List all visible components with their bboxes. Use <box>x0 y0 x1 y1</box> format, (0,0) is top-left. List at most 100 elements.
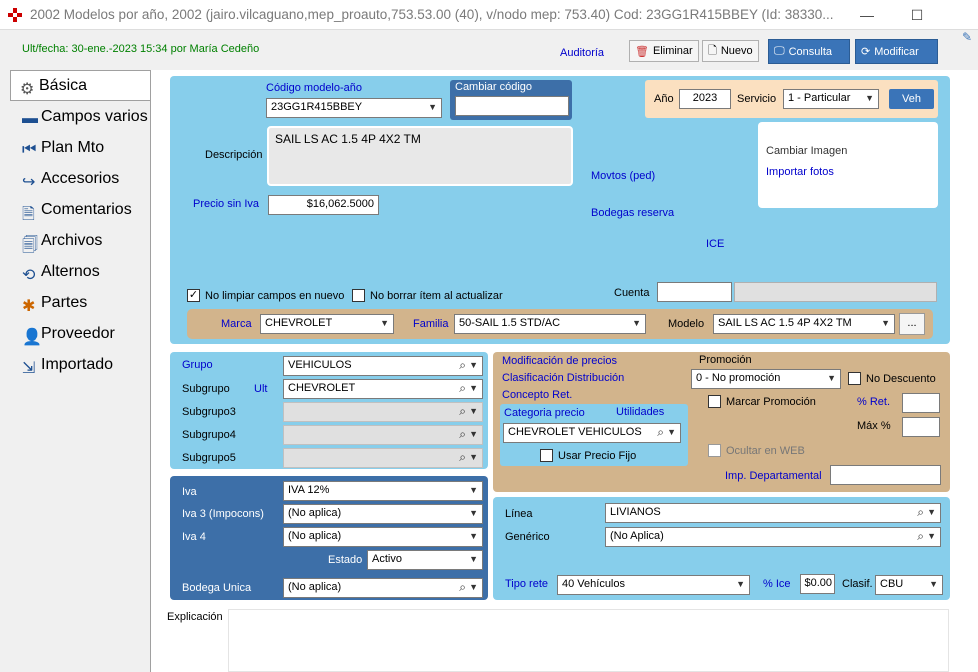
ocultar-web-checkbox[interactable]: Ocultar en WEB <box>708 444 805 457</box>
cuenta-input[interactable] <box>657 282 732 302</box>
imp-departamental-input[interactable] <box>830 465 941 485</box>
grupo-select[interactable]: VEHICULOS ⌕ ▼ <box>283 356 483 376</box>
modelo-select[interactable]: SAIL LS AC 1.5 4P 4X2 TM ▼ <box>713 314 895 334</box>
utilidades-link[interactable]: Utilidades <box>616 406 664 418</box>
ano-input[interactable]: 2023 <box>679 89 731 109</box>
bodegas-reserva-link[interactable]: Bodegas reserva <box>591 207 674 219</box>
cuenta-description <box>734 282 937 302</box>
bodega-unica-label: Bodega Unica <box>182 582 252 594</box>
chevron-down-icon: ▼ <box>469 429 478 439</box>
explicacion-textarea[interactable] <box>228 609 949 672</box>
linea-panel: Línea LIVIANOS ⌕ ▼ Genérico (No Aplica) ⌕ ▼ … <box>493 497 950 600</box>
tipo-rete-select[interactable]: 40 Vehículos ▼ <box>557 575 750 595</box>
eliminar-button[interactable]: 🗑 Eliminar <box>629 40 699 62</box>
marca-familia-modelo-bar: Marca CHEVROLET ▼ Familia 50-SAIL 1.5 STD… <box>187 309 933 339</box>
iva3-select[interactable]: (No aplica) ▼ <box>283 504 483 524</box>
search-icon: ⌕ <box>459 450 466 464</box>
modificar-button[interactable]: ⟳ Modificar <box>855 39 938 64</box>
delete-icon: 🗑 <box>635 45 649 58</box>
iva4-select[interactable]: (No aplica) ▼ <box>283 527 483 547</box>
sidebar-item-archivos[interactable]: 🗐 Archivos <box>22 232 102 254</box>
sidebar-item-partes[interactable]: ✱ Partes <box>22 294 87 315</box>
bodega-unica-select[interactable]: (No aplica) ⌕ ▼ <box>283 578 483 598</box>
marcar-promocion-checkbox[interactable]: Marcar Promoción <box>708 395 816 408</box>
marca-select[interactable]: CHEVROLET ▼ <box>260 314 394 334</box>
subgrupo5-select[interactable]: ⌕ ▼ <box>283 448 483 468</box>
auditoria-link[interactable]: Auditoría <box>560 47 604 59</box>
imp-departamental-link[interactable]: Imp. Departamental <box>725 470 822 482</box>
no-limpiar-checkbox[interactable]: ✓ No limpiar campos en nuevo <box>187 289 344 302</box>
categoria-box: Categoria precio Utilidades CHEVROLET VE… <box>500 404 688 466</box>
clasif-select[interactable]: CBU ▼ <box>875 575 943 595</box>
ult-link[interactable]: Ult <box>254 383 267 395</box>
window-title: 2002 Modelos por año, 2002 (jairo.vilcag… <box>30 7 834 22</box>
skip-back-icon: ⏮ <box>22 141 37 158</box>
clasif-label: Clasif. <box>842 578 873 590</box>
search-icon: ⌕ <box>657 425 664 439</box>
sidebar-item-comentarios[interactable]: 🗎 Comentarios <box>22 201 132 223</box>
modelo-label: Modelo <box>668 318 705 330</box>
search-icon: ⌕ <box>459 404 466 418</box>
linea-select[interactable]: LIVIANOS ⌕ ▼ <box>605 503 941 523</box>
max-pct-input[interactable] <box>902 417 940 437</box>
modificacion-precios-link[interactable]: Modificación de precios <box>502 355 617 367</box>
estado-select[interactable]: Activo ▼ <box>367 550 483 570</box>
subgrupo-select[interactable]: CHEVROLET ⌕ ▼ <box>283 379 483 399</box>
cambiar-imagen-link[interactable]: Cambiar Imagen <box>766 145 847 157</box>
chevron-down-icon: ▼ <box>380 318 389 328</box>
subgrupo3-select[interactable]: ⌕ ▼ <box>283 402 483 422</box>
cambiar-codigo-box: Cambiar código <box>450 80 572 120</box>
veh-button[interactable]: Veh <box>889 89 934 109</box>
categoria-select[interactable]: CHEVROLET VEHICULOS ⌕ ▼ <box>503 423 681 443</box>
modelo-more-button[interactable]: ... <box>899 313 925 335</box>
chevron-down-icon: ▼ <box>469 383 478 393</box>
precio-label: Precio sin Iva <box>193 198 260 210</box>
nuevo-button[interactable]: 🗋 Nuevo <box>702 40 759 62</box>
sidebar-item-accesorios[interactable]: ↪ Accesorios <box>22 170 119 191</box>
sidebar-item-campos-varios[interactable]: ▬ Campos varios <box>22 108 148 127</box>
pct-ice-input[interactable]: $0.00 <box>800 574 835 594</box>
files-icon: 🗐 <box>22 237 38 254</box>
iva-select[interactable]: IVA 12% ▼ <box>283 481 483 501</box>
ice-link[interactable]: ICE <box>706 238 724 250</box>
importar-fotos-link[interactable]: Importar fotos <box>766 166 834 178</box>
chevron-down-icon: ▼ <box>667 427 676 437</box>
cycle-icon: ⟲ <box>22 267 36 284</box>
iva-label: Iva <box>182 486 197 498</box>
ano-servicio-box: Año 2023 Servicio 1 - Particular ▼ Veh <box>645 80 938 118</box>
sidebar-item-proveedor[interactable]: 👤 Proveedor <box>22 325 115 346</box>
promocion-select[interactable]: 0 - No promoción ▼ <box>691 369 841 389</box>
minimize-button[interactable]: — <box>852 4 882 26</box>
consulta-button[interactable]: 🖵 Consulta <box>768 39 850 64</box>
usar-precio-fijo-checkbox[interactable]: Usar Precio Fijo <box>540 449 636 462</box>
chevron-down-icon: ▼ <box>881 318 890 328</box>
no-borrar-checkbox[interactable]: No borrar ítem al actualizar <box>352 289 503 302</box>
concepto-ret-link[interactable]: Concepto Ret. <box>502 389 572 401</box>
generico-select[interactable]: (No Aplica) ⌕ ▼ <box>605 527 941 547</box>
image-box: Cambiar Imagen Importar fotos <box>758 122 938 208</box>
servicio-select[interactable]: 1 - Particular ▼ <box>783 89 879 109</box>
no-descuento-checkbox[interactable]: No Descuento <box>848 372 936 385</box>
import-icon: ⇲ <box>22 360 36 377</box>
clasificacion-distribucion-link[interactable]: Clasificación Distribución <box>502 372 624 384</box>
precio-input[interactable]: $16,062.5000 <box>268 195 379 215</box>
title-bar: 2002 Modelos por año, 2002 (jairo.vilcag… <box>0 0 978 44</box>
sidebar-item-basica[interactable]: ⚙ Básica <box>20 77 87 98</box>
subgrupo4-select[interactable]: ⌕ ▼ <box>283 425 483 445</box>
ano-label: Año <box>654 93 674 105</box>
linea-label: Línea <box>505 508 533 520</box>
pct-ret-link[interactable]: % Ret. <box>857 396 890 408</box>
maximize-button[interactable]: ☐ <box>902 4 932 26</box>
familia-select[interactable]: 50-SAIL 1.5 STD/AC ▼ <box>454 314 646 334</box>
codigo-select[interactable]: 23GG1R415BBEY ▼ <box>266 98 442 118</box>
chevron-down-icon: ▼ <box>469 452 478 462</box>
pct-ret-input[interactable] <box>902 393 940 413</box>
descripcion-textarea[interactable]: SAIL LS AC 1.5 4P 4X2 TM <box>267 126 573 186</box>
sidebar-item-alternos[interactable]: ⟲ Alternos <box>22 263 100 284</box>
cambiar-codigo-input[interactable] <box>455 96 569 116</box>
servicio-label: Servicio <box>737 93 777 105</box>
movtos-link[interactable]: Movtos (ped) <box>591 170 655 182</box>
sidebar-item-importado[interactable]: ⇲ Importado <box>22 356 113 377</box>
sidebar-item-plan-mto[interactable]: ⏮ Plan Mto <box>22 139 104 158</box>
subgrupo-label: Subgrupo <box>182 383 230 395</box>
